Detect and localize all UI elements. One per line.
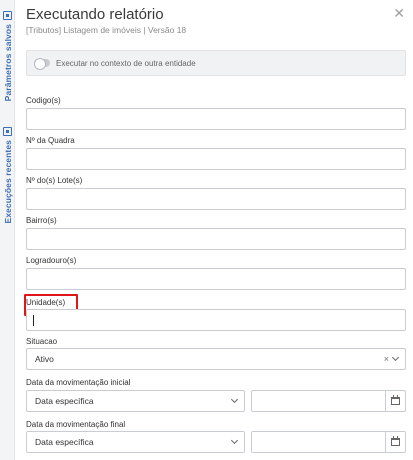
data-inicial-mode-select[interactable]: Data específica (26, 390, 245, 412)
situacao-select[interactable]: Ativo × (26, 348, 406, 370)
chevron-down-icon[interactable] (230, 395, 239, 404)
lotes-input[interactable] (26, 188, 406, 210)
tab-execucoes-recentes[interactable]: Execuções recentes (0, 125, 15, 224)
expand-panel-icon (3, 11, 12, 20)
calendar-icon (391, 395, 400, 405)
tab-parametros-salvos-label: Parâmetros salvos (2, 24, 13, 102)
calendar-button[interactable] (385, 432, 405, 452)
calendar-button[interactable] (385, 391, 405, 411)
left-rail: Parâmetros salvos Execuções recentes (0, 0, 15, 460)
data-final-mode-value: Data específica (35, 437, 94, 447)
context-toggle-box: Executar no contexto de outra entidade (26, 50, 406, 76)
data-inicial-date-input[interactable] (251, 390, 406, 412)
chevron-down-icon[interactable] (391, 353, 400, 362)
report-subtitle: [Tributos] Listagem de imóveis | Versão … (26, 25, 187, 35)
expand-panel-icon (3, 127, 12, 136)
codigos-input[interactable] (26, 108, 406, 130)
tab-parametros-salvos[interactable]: Parâmetros salvos (0, 9, 15, 101)
data-final-date-input[interactable] (251, 431, 406, 453)
context-toggle[interactable] (34, 58, 50, 70)
close-icon[interactable]: ✕ (393, 5, 405, 22)
report-panel: Executando relatório [Tributos] Listagem… (16, 0, 413, 460)
unidades-input[interactable] (26, 309, 406, 331)
quadra-input[interactable] (26, 148, 406, 170)
chevron-down-icon[interactable] (230, 436, 239, 445)
situacao-label: Situacao (26, 337, 58, 346)
logradouro-label: Logradouro(s) (26, 256, 77, 265)
tab-execucoes-recentes-label: Execuções recentes (2, 140, 13, 224)
clear-icon[interactable]: × (384, 354, 389, 364)
situacao-value: Ativo (35, 354, 54, 364)
logradouro-input[interactable] (26, 268, 406, 290)
data-final-mode-select[interactable]: Data específica (26, 431, 245, 453)
codigos-label: Codigo(s) (26, 96, 61, 105)
context-toggle-label: Executar no contexto de outra entidade (56, 58, 196, 68)
bairro-input[interactable] (26, 228, 406, 250)
data-inicial-label: Data da movimentação inicial (26, 378, 131, 387)
data-inicial-mode-value: Data específica (35, 396, 94, 406)
data-final-label: Data da movimentação final (26, 420, 126, 429)
page-title: Executando relatório (26, 6, 164, 23)
calendar-icon (391, 436, 400, 446)
text-cursor (33, 315, 34, 326)
lotes-label: Nº do(s) Lote(s) (26, 176, 83, 185)
bairro-label: Bairro(s) (26, 216, 57, 225)
quadra-label: Nº da Quadra (26, 136, 75, 145)
